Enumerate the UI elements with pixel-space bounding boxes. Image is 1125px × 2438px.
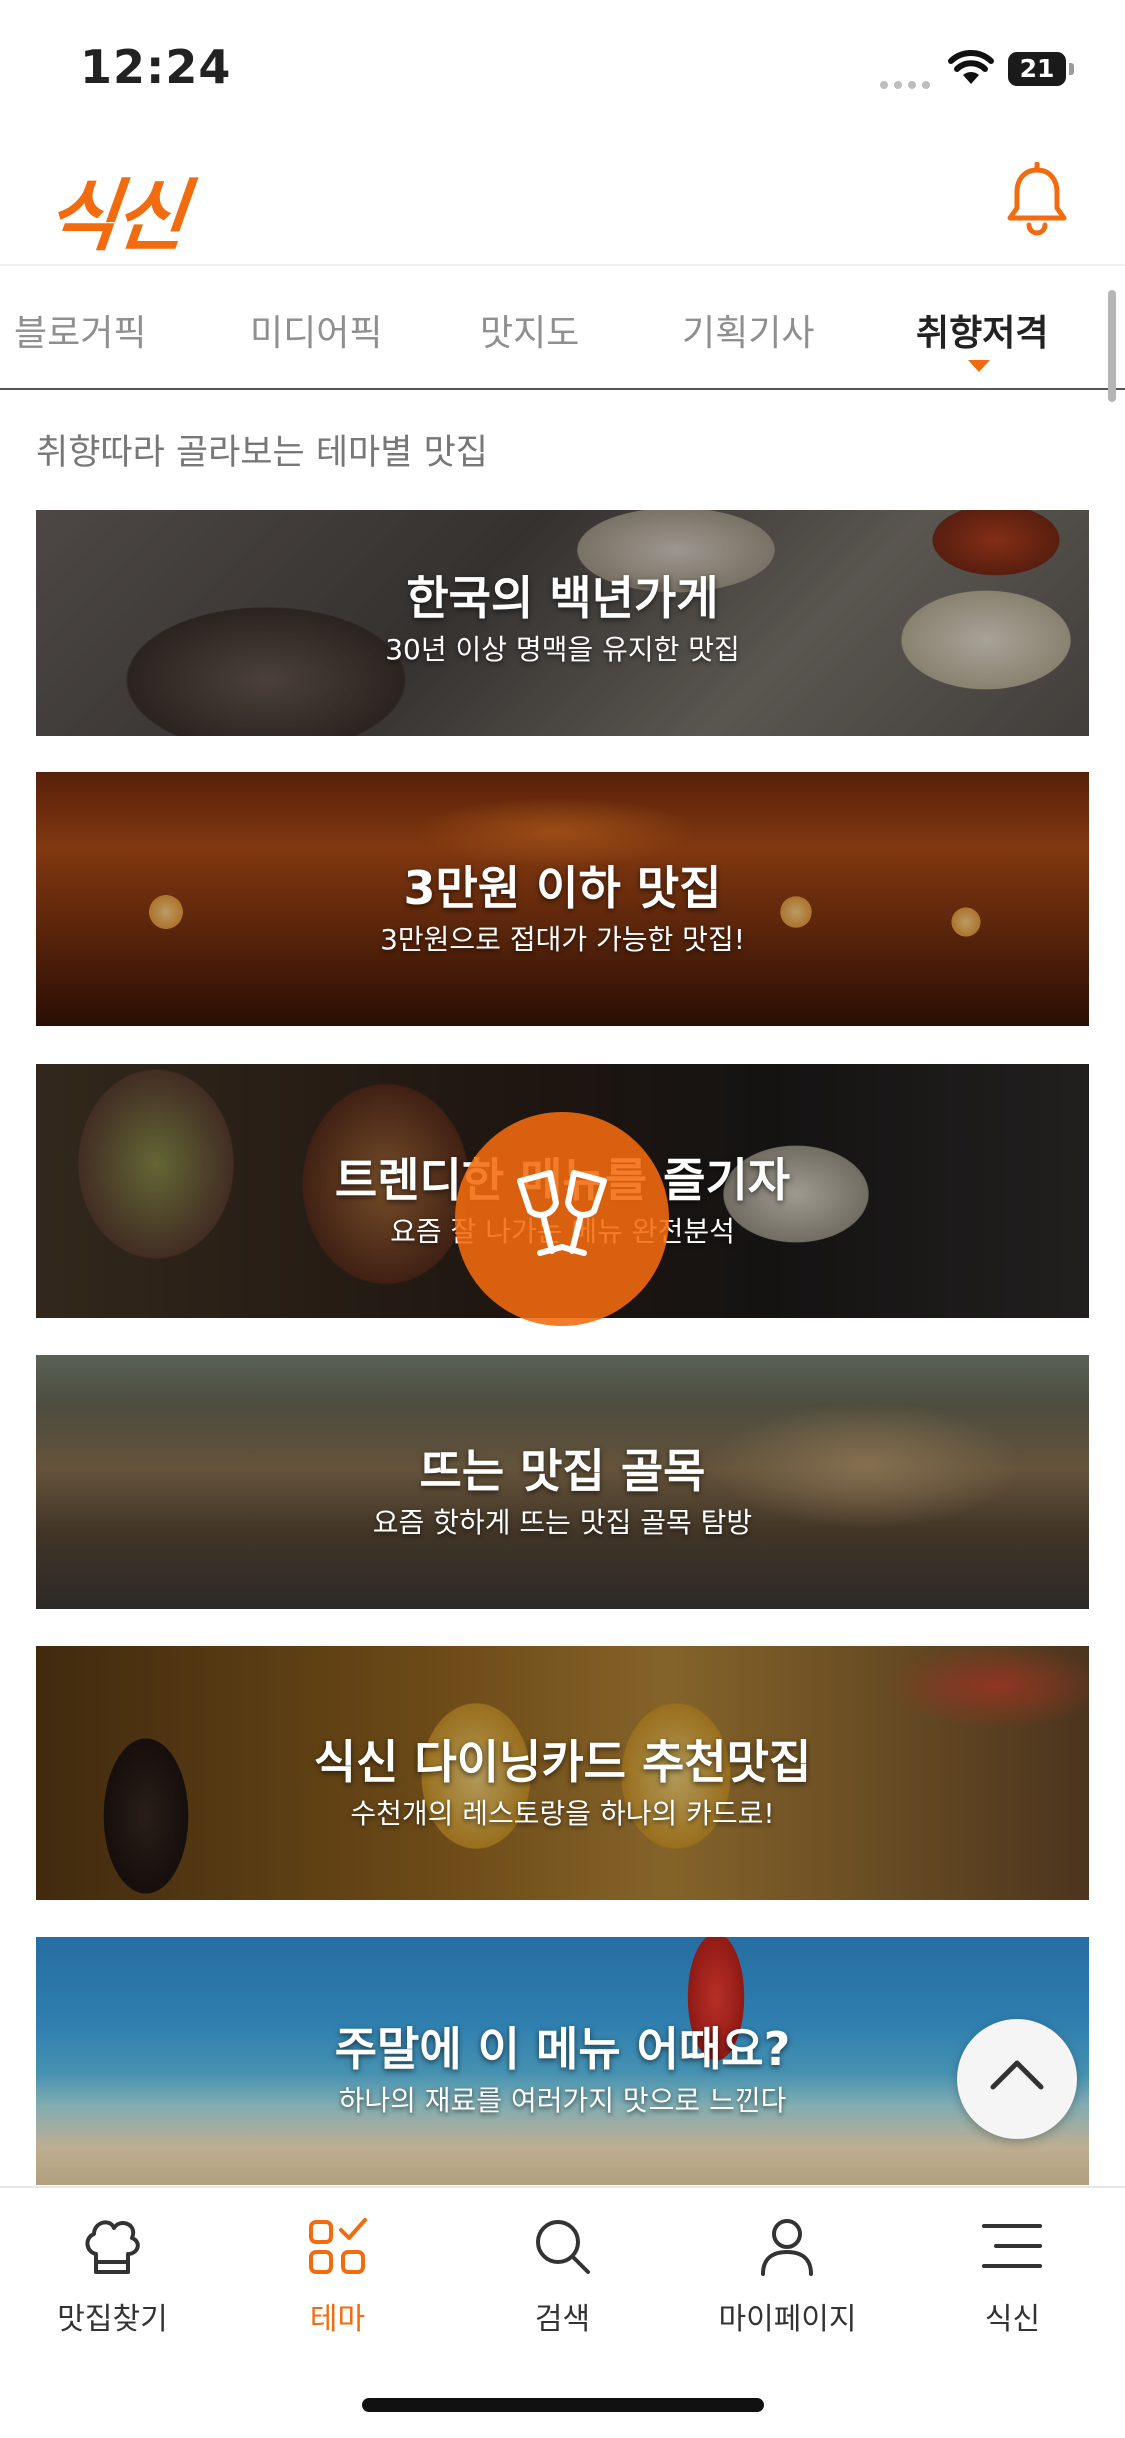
theme-card-hot-alley[interactable]: 뜨는 맛집 골목 요즘 핫하게 뜨는 맛집 골목 탐방 bbox=[36, 1355, 1089, 1609]
nav-search[interactable]: 검색 bbox=[450, 2188, 675, 2348]
theme-card-subtitle: 30년 이상 명맥을 유지한 맛집 bbox=[385, 633, 740, 666]
theme-grid-icon bbox=[309, 2218, 367, 2274]
theme-card-under-30k[interactable]: 3만원 이하 맛집 3만원으로 접대가 가능한 맛집! bbox=[36, 772, 1089, 1026]
cheers-button[interactable] bbox=[455, 1112, 669, 1326]
nav-siksin-menu[interactable]: 식신 bbox=[900, 2188, 1125, 2348]
theme-card-centennial[interactable]: 한국의 백년가게 30년 이상 명맥을 유지한 맛집 bbox=[36, 510, 1089, 736]
theme-card-subtitle: 요즘 핫하게 뜨는 맛집 골목 탐방 bbox=[372, 1506, 753, 1539]
battery-icon: 21 bbox=[1008, 52, 1076, 86]
theme-card-subtitle: 수천개의 레스토랑을 하나의 카드로! bbox=[350, 1797, 775, 1830]
theme-card-title: 3만원 이하 맛집 bbox=[403, 861, 722, 915]
nav-theme[interactable]: 테마 bbox=[225, 2188, 450, 2348]
active-tab-indicator bbox=[968, 360, 990, 372]
theme-card-title: 한국의 백년가게 bbox=[406, 571, 719, 625]
theme-card-weekend-menu[interactable]: 주말에 이 메뉴 어때요? 하나의 재료를 여러가지 맛으로 느낀다 bbox=[36, 1937, 1089, 2185]
tab-taste-pick[interactable]: 취향저격 bbox=[916, 304, 1048, 356]
nav-label: 검색 bbox=[534, 2302, 591, 2337]
tab-feature-article[interactable]: 기획기사 bbox=[682, 304, 814, 356]
nav-label: 맛집찾기 bbox=[57, 2302, 168, 2337]
tab-media-pick[interactable]: 미디어픽 bbox=[250, 304, 382, 356]
chevron-up-icon bbox=[990, 2060, 1044, 2090]
bell-icon[interactable] bbox=[1002, 162, 1072, 238]
home-indicator bbox=[362, 2398, 764, 2412]
theme-card-dining-card[interactable]: 식신 다이닝카드 추천맛집 수천개의 레스토랑을 하나의 카드로! bbox=[36, 1646, 1089, 1900]
nav-find-restaurants[interactable]: 맛집찾기 bbox=[0, 2188, 225, 2348]
scrollbar[interactable] bbox=[1108, 290, 1116, 402]
theme-card-title: 뜨는 맛집 골목 bbox=[419, 1444, 706, 1498]
theme-card-subtitle: 하나의 재료를 여러가지 맛으로 느낀다 bbox=[338, 2084, 787, 2117]
status-time: 12:24 bbox=[80, 40, 232, 94]
nav-label: 마이페이지 bbox=[718, 2302, 857, 2337]
theme-card-subtitle: 3만원으로 접대가 가능한 맛집! bbox=[380, 923, 745, 956]
tab-food-map[interactable]: 맛지도 bbox=[480, 304, 579, 356]
theme-card-title: 주말에 이 메뉴 어때요? bbox=[334, 2022, 791, 2076]
signal-icon bbox=[880, 74, 936, 89]
section-caption: 취향따라 골라보는 테마별 맛집 bbox=[36, 433, 488, 473]
chef-hat-icon bbox=[85, 2220, 140, 2274]
battery-level: 21 bbox=[1019, 54, 1055, 83]
tab-blogger-pick[interactable]: 블로거픽 bbox=[14, 304, 146, 356]
nav-my-page[interactable]: 마이페이지 bbox=[675, 2188, 900, 2348]
cheers-glasses-icon bbox=[517, 1170, 607, 1256]
category-tabs: 블로거픽 미디어픽 맛지도 기획기사 취향저격 bbox=[0, 266, 1125, 390]
nav-label: 테마 bbox=[309, 2302, 366, 2337]
menu-icon bbox=[982, 2224, 1042, 2268]
search-icon bbox=[536, 2220, 590, 2274]
app-header: 식신 bbox=[0, 140, 1125, 266]
app-logo[interactable]: 식신 bbox=[42, 154, 189, 266]
status-bar: 12:24 21 bbox=[0, 0, 1125, 140]
scroll-to-top-button[interactable] bbox=[957, 2019, 1077, 2139]
person-icon bbox=[761, 2219, 813, 2276]
nav-label: 식신 bbox=[984, 2302, 1041, 2337]
wifi-icon bbox=[948, 50, 994, 84]
theme-card-title: 식신 다이닝카드 추천맛집 bbox=[313, 1735, 812, 1789]
